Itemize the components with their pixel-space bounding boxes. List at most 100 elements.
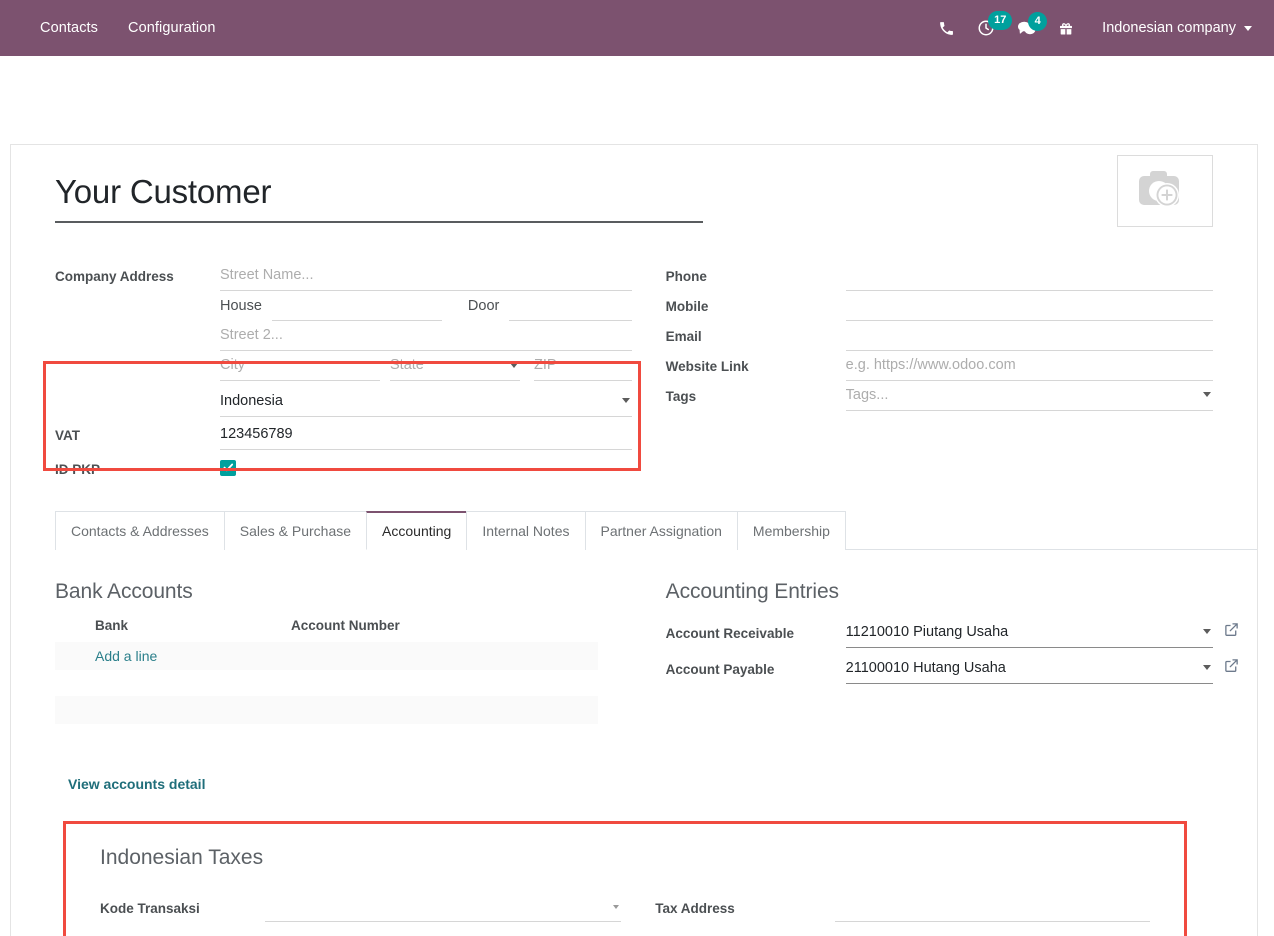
indonesian-taxes-title: Indonesian Taxes xyxy=(100,846,1150,870)
add-a-line-link[interactable]: Add a line xyxy=(95,648,157,664)
label-vat: VAT xyxy=(55,427,220,450)
field-row-website: Website Link xyxy=(666,351,1213,381)
phone-input[interactable] xyxy=(846,262,1213,291)
label-id-pkp: ID PKP xyxy=(55,461,220,478)
activity-badge: 17 xyxy=(988,11,1012,30)
street2-input[interactable] xyxy=(220,322,632,351)
form-columns: Company Address House Door xyxy=(55,261,1213,484)
field-row-tags: Tags xyxy=(666,381,1213,411)
id-pkp-checkbox[interactable] xyxy=(220,460,236,476)
view-accounts-detail-link[interactable]: View accounts detail xyxy=(68,776,205,792)
camera-add-icon xyxy=(1133,167,1197,215)
table-header-row: Bank Account Number xyxy=(55,618,598,642)
label-door: Door xyxy=(442,295,509,321)
field-tax-address xyxy=(835,893,1150,922)
city-state-zip-group xyxy=(220,352,632,381)
tags-select-wrap xyxy=(846,382,1213,411)
avatar[interactable] xyxy=(1117,155,1213,227)
field-tags xyxy=(846,382,1213,411)
label-mobile: Mobile xyxy=(666,298,846,321)
form-sheet: Your Customer xyxy=(10,144,1258,936)
kode-transaksi-select[interactable] xyxy=(265,893,621,922)
indonesian-taxes-group: Indonesian Taxes Kode Transaksi NIK xyxy=(63,821,1187,936)
tab-sales-purchase[interactable]: Sales & Purchase xyxy=(224,511,367,550)
table-row-add-line[interactable]: Add a line xyxy=(55,642,598,670)
activity-clock-icon[interactable]: 17 xyxy=(977,19,995,37)
kode-transaksi-select-wrap xyxy=(265,893,621,922)
door-input[interactable] xyxy=(509,292,631,321)
phone-icon[interactable] xyxy=(938,20,955,37)
bank-accounts-section: Bank Accounts Bank Account Number Add a … xyxy=(55,580,632,794)
company-switcher[interactable]: Indonesian company xyxy=(1102,20,1252,36)
tab-partner-assignation[interactable]: Partner Assignation xyxy=(585,511,738,550)
state-select[interactable] xyxy=(390,352,520,381)
field-row-account-payable: Account Payable xyxy=(666,654,1213,684)
tab-membership[interactable]: Membership xyxy=(737,511,846,550)
street-input[interactable] xyxy=(220,262,632,291)
label-spacer-4 xyxy=(55,411,220,417)
external-link-icon[interactable] xyxy=(1224,658,1239,673)
house-input[interactable] xyxy=(272,292,442,321)
sheet-inner: Your Customer xyxy=(55,163,1213,794)
chevron-down-icon xyxy=(1244,26,1252,31)
column-header-account-number: Account Number xyxy=(291,618,598,633)
country-select[interactable] xyxy=(220,388,632,417)
field-row-house-door: House Door xyxy=(55,291,632,321)
tax-name-input[interactable] xyxy=(835,926,1150,936)
control-panel xyxy=(0,56,1274,144)
label-website-link: Website Link xyxy=(666,358,846,381)
account-payable-select[interactable] xyxy=(846,655,1213,684)
accounting-entries-title: Accounting Entries xyxy=(666,580,1213,604)
field-row-vat: VAT xyxy=(55,420,632,450)
company-name: Indonesian company xyxy=(1102,20,1236,36)
field-vat xyxy=(220,421,632,450)
bank-accounts-table: Bank Account Number Add a line xyxy=(55,618,598,724)
field-street2 xyxy=(220,322,632,351)
field-row-street2 xyxy=(55,321,632,351)
tax-address-input[interactable] xyxy=(835,893,1150,922)
label-email: Email xyxy=(666,328,846,351)
notebook-tabs: Contacts & Addresses Sales & Purchase Ac… xyxy=(55,510,1257,550)
external-link-icon[interactable] xyxy=(1224,622,1239,637)
mobile-input[interactable] xyxy=(846,292,1213,321)
vat-input[interactable] xyxy=(220,421,632,450)
page-title: Your Customer xyxy=(55,163,705,213)
account-receivable-select-wrap xyxy=(846,619,1213,648)
nik-input[interactable] xyxy=(265,926,621,936)
field-row-mobile: Mobile xyxy=(666,291,1213,321)
tab-internal-notes[interactable]: Internal Notes xyxy=(466,511,585,550)
gift-icon[interactable] xyxy=(1058,20,1074,37)
zip-input[interactable] xyxy=(534,352,632,381)
field-street xyxy=(220,262,632,291)
menu-contacts[interactable]: Contacts xyxy=(38,14,100,42)
tab-accounting[interactable]: Accounting xyxy=(366,511,467,550)
form-sheet-wrapper: Your Customer xyxy=(0,144,1274,936)
label-spacer-1 xyxy=(55,315,220,321)
label-account-receivable: Account Receivable xyxy=(666,625,846,648)
field-row-company-address: Company Address xyxy=(55,261,632,291)
field-kode-transaksi xyxy=(265,893,621,922)
website-input[interactable] xyxy=(846,352,1213,381)
indonesian-taxes-column-right: Tax Address Tax Name xyxy=(655,892,1150,936)
notebook: Contacts & Addresses Sales & Purchase Ac… xyxy=(11,510,1257,550)
field-website xyxy=(846,352,1213,381)
indonesian-taxes-column-left: Kode Transaksi NIK xyxy=(100,892,621,936)
email-input[interactable] xyxy=(846,322,1213,351)
label-tax-address: Tax Address xyxy=(655,901,835,922)
field-row-city-state-zip xyxy=(55,351,632,381)
navbar-menu-group: Contacts Configuration xyxy=(38,14,218,42)
check-icon xyxy=(223,462,234,473)
field-email xyxy=(846,322,1213,351)
field-row-kode-transaksi: Kode Transaksi xyxy=(100,892,621,922)
top-navbar: Contacts Configuration 17 4 xyxy=(0,0,1274,56)
tab-contacts-addresses[interactable]: Contacts & Addresses xyxy=(55,511,225,550)
field-row-tax-address: Tax Address xyxy=(655,892,1150,922)
field-tax-name xyxy=(835,926,1150,936)
messages-icon[interactable]: 4 xyxy=(1017,20,1036,37)
field-nik xyxy=(265,926,621,936)
tags-input[interactable] xyxy=(846,382,1213,411)
menu-configuration[interactable]: Configuration xyxy=(126,14,218,42)
city-input[interactable] xyxy=(220,352,380,381)
account-receivable-select[interactable] xyxy=(846,619,1213,648)
field-country xyxy=(220,388,632,417)
